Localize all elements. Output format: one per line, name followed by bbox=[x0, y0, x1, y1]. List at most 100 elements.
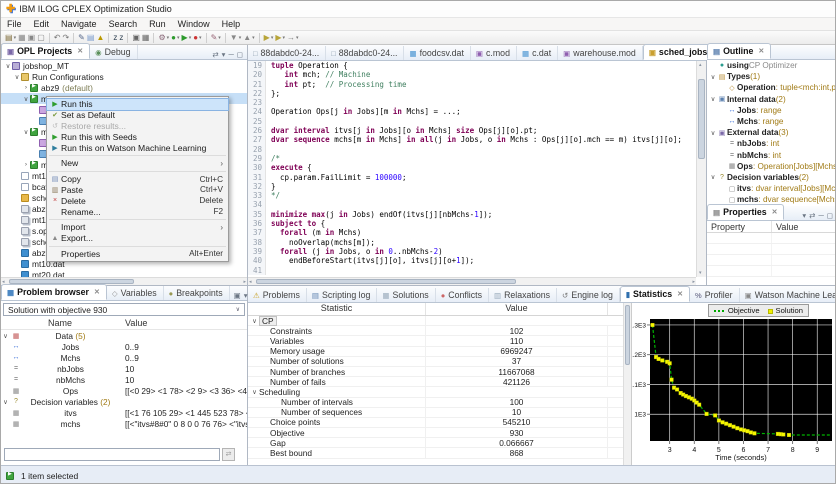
stat-row-choice-points[interactable]: Choice points545210 bbox=[248, 418, 631, 428]
lock-icon[interactable]: ▲ bbox=[95, 32, 105, 44]
outline-item-jobs[interactable]: ↔Jobs : range bbox=[707, 105, 836, 116]
outline-item-types[interactable]: ∨▤Types (1) bbox=[707, 71, 836, 82]
context-menu-item-run-this-on-watson-machine-learning[interactable]: ▶Run this on Watson Machine Learning bbox=[47, 142, 228, 153]
context-menu-item-delete[interactable]: ×DeleteDelete bbox=[47, 195, 228, 206]
tabbar-button-icon[interactable]: ◻ bbox=[237, 50, 243, 59]
bottom-tab-statistics[interactable]: ▮Statistics✕ bbox=[620, 286, 690, 302]
filter-button[interactable]: ⇄ bbox=[222, 448, 235, 461]
code-editor[interactable]: 19tuple Operation {20 int mch; // Machin… bbox=[248, 61, 696, 277]
outline-tree[interactable]: ●using CP Optimizer∨▤Types (1)◇Operation… bbox=[707, 60, 836, 206]
bottom-tab-scripting-log[interactable]: ▤Scripting log bbox=[307, 288, 378, 302]
show-grid-icon[interactable]: ▣ bbox=[131, 32, 141, 44]
debug-icon[interactable]: ⚙▾ bbox=[157, 32, 170, 44]
stat-row-cp[interactable]: ∨CP bbox=[248, 316, 631, 326]
bottom-tab-problems[interactable]: ⚠Problems bbox=[248, 288, 307, 302]
problem-row-mchs[interactable]: ▦mchs[[<"itvs#8#0" 0 8 0 0 76 76> <"itvs… bbox=[1, 418, 247, 429]
expander-icon[interactable]: ∨ bbox=[250, 317, 259, 325]
problem-row-decision-variables[interactable]: ∨?Decision variables (2) bbox=[1, 396, 247, 407]
tabbar-button-icon[interactable]: ▣ bbox=[234, 291, 241, 300]
expander-icon[interactable]: › bbox=[22, 84, 30, 91]
expander-icon[interactable]: ∨ bbox=[22, 95, 30, 103]
tabbar-button-icon[interactable]: ▾ bbox=[802, 211, 806, 220]
last-edit-icon[interactable]: ▶▾ bbox=[263, 32, 275, 44]
menu-run[interactable]: Run bbox=[143, 19, 172, 29]
stat-row-best-bound[interactable]: Best bound868 bbox=[248, 448, 631, 458]
stat-row-scheduling[interactable]: ∨Scheduling bbox=[248, 387, 631, 397]
print-icon[interactable]: ▢ bbox=[36, 32, 46, 44]
external-tools-icon[interactable]: ✎▾ bbox=[210, 32, 222, 44]
outline-item-decision-variables[interactable]: ∨?Decision variables (2) bbox=[707, 172, 836, 183]
tabbar-button-icon[interactable]: ─ bbox=[818, 211, 823, 220]
outline-item-mchs[interactable]: ↔Mchs : range bbox=[707, 116, 836, 127]
outline-item-internal-data[interactable]: ∨▣Internal data (2) bbox=[707, 94, 836, 105]
bottom-tab-conflicts[interactable]: ●Conflicts bbox=[436, 288, 489, 302]
expander-icon[interactable]: ∨ bbox=[13, 73, 21, 81]
undo-icon[interactable]: ↶ bbox=[53, 32, 62, 44]
bottom-tab-solutions[interactable]: ▦Solutions bbox=[377, 288, 435, 302]
view-tab-opl-projects[interactable]: ▣OPL Projects✕ bbox=[1, 43, 90, 59]
context-menu-item-run-this-with-seeds[interactable]: ▶Run this with Seeds bbox=[47, 131, 228, 142]
editor-tab-88dabdc0-24[interactable]: □88dabdc0-24... bbox=[326, 46, 404, 60]
close-icon[interactable]: ✕ bbox=[758, 47, 764, 55]
tree-item-mt20-dat[interactable]: mt20.dat bbox=[1, 269, 247, 277]
tabbar-button-icon[interactable]: ◻ bbox=[827, 211, 833, 220]
menu-search[interactable]: Search bbox=[103, 19, 144, 29]
expander-icon[interactable]: ∨ bbox=[1, 332, 10, 340]
editor-tab-c-dat[interactable]: ▦c.dat bbox=[517, 46, 558, 60]
profile-icon[interactable]: ●▾ bbox=[192, 32, 202, 44]
context-menu-item-properties[interactable]: PropertiesAlt+Enter bbox=[47, 249, 228, 260]
scroll-down-arrow[interactable]: ▾ bbox=[699, 269, 702, 277]
close-icon[interactable]: ✕ bbox=[772, 208, 778, 216]
close-icon[interactable]: ✕ bbox=[677, 290, 683, 298]
expander-icon[interactable]: ∨ bbox=[22, 128, 30, 136]
expander-icon[interactable]: ∨ bbox=[4, 62, 12, 70]
outline-item-itvs[interactable]: ▢itvs : dvar interval[Jobs][Mchs] bbox=[707, 183, 836, 194]
outline-item-using[interactable]: ●using CP Optimizer bbox=[707, 60, 836, 71]
expander-icon[interactable]: › bbox=[22, 161, 30, 168]
tree-item-run-configurations[interactable]: ∨Run Configurations bbox=[1, 71, 247, 82]
context-menu-item-copy[interactable]: ▤CopyCtrl+C bbox=[47, 174, 228, 185]
problem-row-itvs[interactable]: ▦itvs[[<1 76 105 29> <1 445 523 78> <1 5… bbox=[1, 407, 247, 418]
editor-vscrollbar[interactable]: ▴ ▾ bbox=[696, 61, 706, 277]
stat-row-variables[interactable]: Variables110 bbox=[248, 336, 631, 346]
expander-icon[interactable]: ∨ bbox=[709, 173, 717, 181]
bottom-tab-engine-log[interactable]: ↺Engine log bbox=[557, 288, 620, 302]
problem-browser-rows[interactable]: ∨▦Data (5)↔Jobs0..9↔Mchs0..9=nbJobs10=nb… bbox=[1, 330, 247, 429]
outline-item-operation[interactable]: ◇Operation : tuple<mch:int,pt:int> bbox=[707, 82, 836, 93]
outline-item-external-data[interactable]: ∨▣External data (3) bbox=[707, 127, 836, 138]
bottom-tab-relaxations[interactable]: ▥Relaxations bbox=[489, 288, 557, 302]
stat-row-number-of-branches[interactable]: Number of branches11667068 bbox=[248, 367, 631, 377]
statistics-vscrollbar[interactable] bbox=[623, 303, 631, 465]
step-over-icon[interactable]: ▲▾ bbox=[242, 32, 255, 44]
context-menu-item-run-this[interactable]: ▶Run this bbox=[47, 99, 228, 110]
tabbar-button-icon[interactable]: ▾ bbox=[222, 50, 226, 59]
menu-navigate[interactable]: Navigate bbox=[55, 19, 103, 29]
copy-icon[interactable]: ▤ bbox=[86, 32, 96, 44]
view-tab-problem-browser[interactable]: ▦Problem browser✕ bbox=[1, 284, 107, 300]
tree-item-jobshop-mt[interactable]: ∨jobshop_MT bbox=[1, 60, 247, 71]
expander-icon[interactable]: ∨ bbox=[1, 398, 10, 406]
outline-item-nbmchs[interactable]: =nbMchs : int bbox=[707, 150, 836, 161]
forward-icon[interactable]: →▾ bbox=[286, 32, 300, 44]
problem-row-ops[interactable]: ▦Ops[[<0 29> <1 78> <2 9> <3 36> <4 49… bbox=[1, 385, 247, 396]
stat-row-objective[interactable]: Objective930 bbox=[248, 428, 631, 438]
step-into-icon[interactable]: ▼▾ bbox=[229, 32, 242, 44]
solution-dropdown[interactable]: Solution with objective 930 ∨ bbox=[3, 303, 245, 316]
problem-row-nbjobs[interactable]: =nbJobs10 bbox=[1, 363, 247, 374]
outline-item-ops[interactable]: ▦Ops : Operation[Jobs][Mchs] bbox=[707, 161, 836, 172]
editor-tab-foodcsv-dat[interactable]: ▦foodcsv.dat bbox=[404, 46, 470, 60]
outline-item-nbjobs[interactable]: =nbJobs : int bbox=[707, 138, 836, 149]
tabbar-button-icon[interactable]: ▾ bbox=[244, 291, 248, 300]
problem-row-jobs[interactable]: ↔Jobs0..9 bbox=[1, 341, 247, 352]
menu-edit[interactable]: Edit bbox=[28, 19, 56, 29]
context-menu-item-export[interactable]: ▲Export... bbox=[47, 233, 228, 244]
context-menu-item-paste[interactable]: ▥PasteCtrl+V bbox=[47, 185, 228, 196]
editor-tab-c-mod[interactable]: ▣c.mod bbox=[471, 46, 517, 60]
view-tab-properties[interactable]: ▤Properties✕ bbox=[707, 204, 784, 220]
tree-item-abz9[interactable]: ›abz9(default) bbox=[1, 82, 247, 93]
stat-row-constraints[interactable]: Constraints102 bbox=[248, 326, 631, 336]
view-tab-debug[interactable]: ◉Debug bbox=[90, 45, 137, 59]
expander-icon[interactable]: ∨ bbox=[709, 73, 717, 81]
new-icon[interactable]: ▤▾ bbox=[4, 32, 17, 44]
view-tab-variables[interactable]: ◇Variables bbox=[107, 286, 164, 300]
